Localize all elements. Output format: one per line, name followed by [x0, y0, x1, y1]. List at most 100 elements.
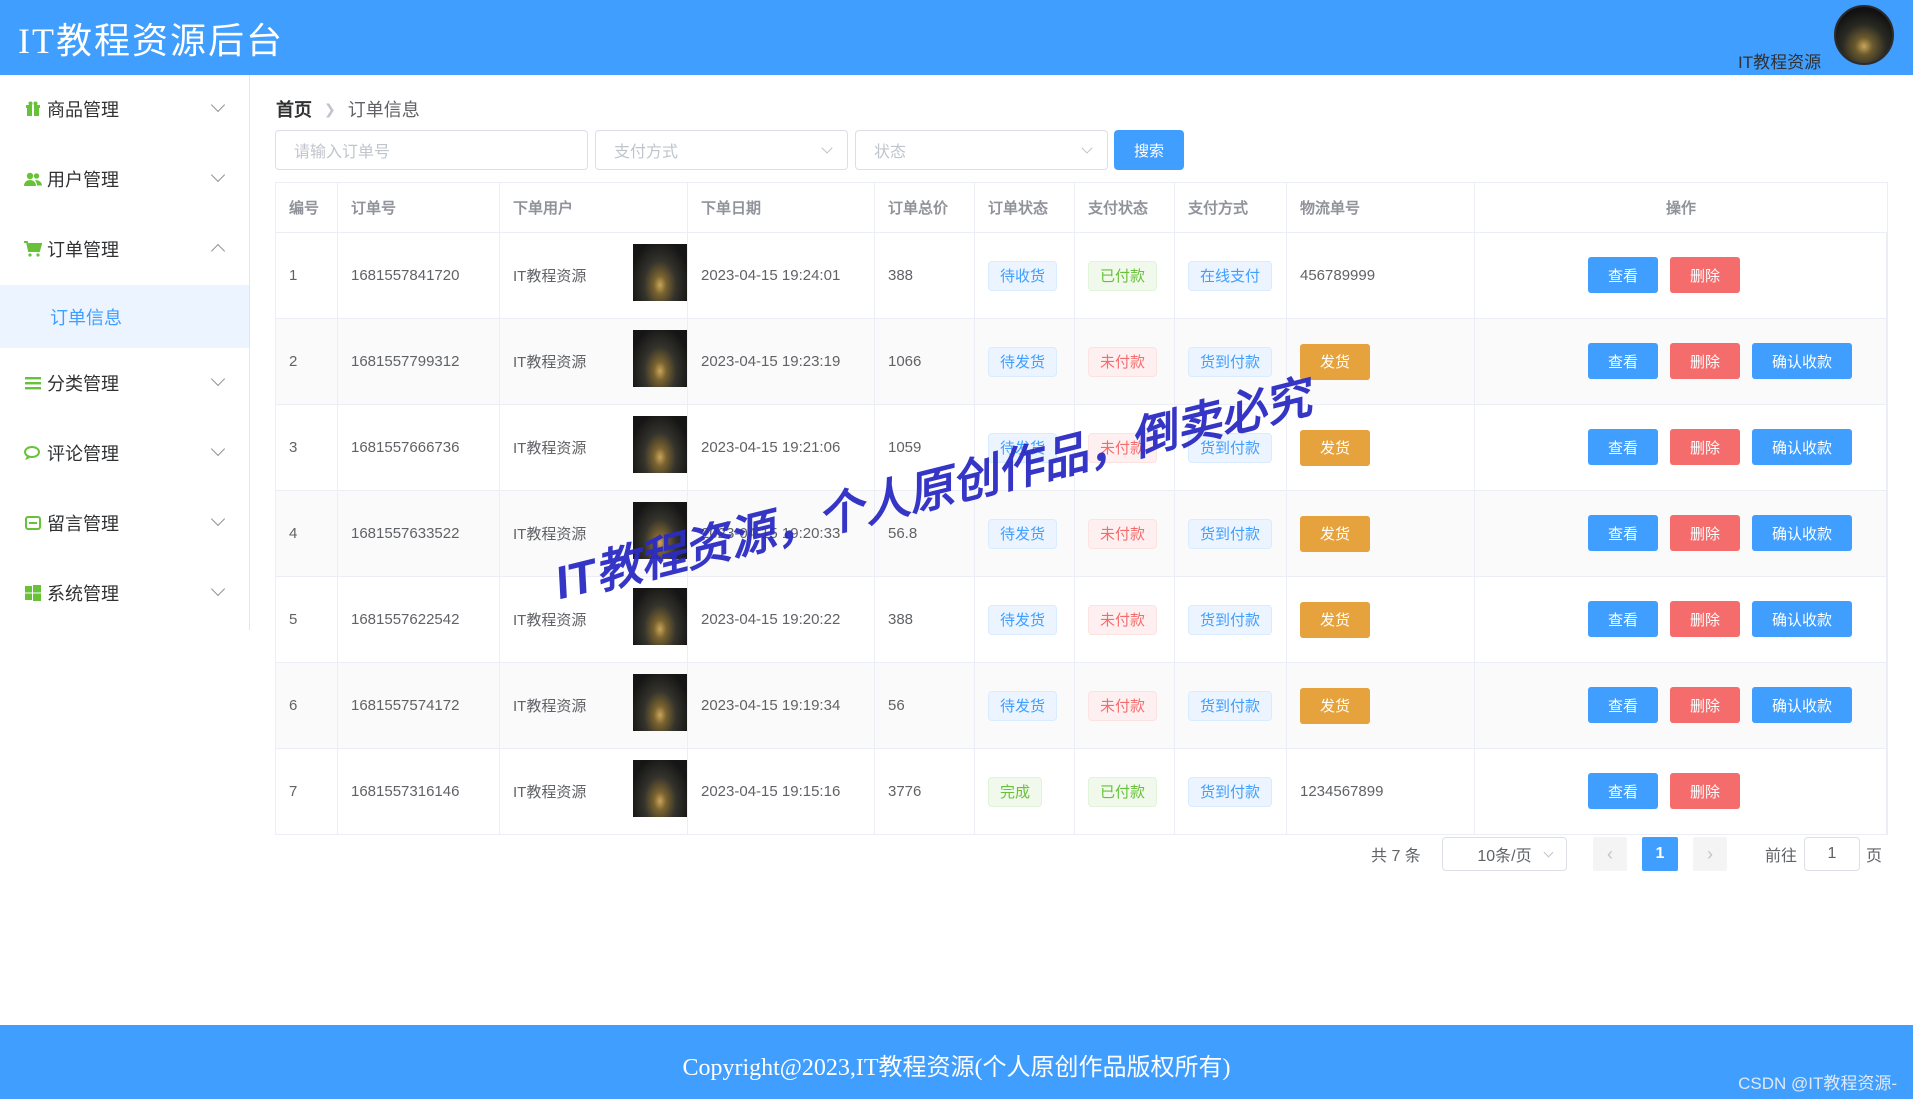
row-actions: 查看 删除 确认收款	[1588, 515, 1852, 551]
delete-button[interactable]: 删除	[1670, 429, 1740, 465]
chevron-down-icon	[210, 581, 226, 597]
delete-button[interactable]: 删除	[1670, 687, 1740, 723]
cell-date: 2023-04-15 19:23:19	[688, 319, 875, 404]
confirm-payment-button[interactable]: 确认收款	[1752, 343, 1852, 379]
status-select[interactable]: 状态	[855, 130, 1108, 170]
sidebar-item-messages[interactable]: 留言管理	[0, 495, 249, 551]
user-name-text: IT教程资源	[513, 268, 587, 285]
breadcrumb: 首页 ❯ 订单信息	[276, 96, 420, 122]
sidebar-item-label: 用户管理	[47, 170, 119, 190]
sidebar-item-label: 商品管理	[47, 100, 119, 120]
delete-button[interactable]: 删除	[1670, 515, 1740, 551]
view-button[interactable]: 查看	[1588, 773, 1658, 809]
breadcrumb-home[interactable]: 首页	[276, 96, 312, 122]
list-icon	[24, 374, 42, 392]
delete-button[interactable]: 删除	[1670, 257, 1740, 293]
logistics-number: 456789999	[1300, 267, 1376, 284]
cell-logistics: 1234567899	[1287, 749, 1475, 834]
cell-pay-method: 货到付款	[1175, 663, 1287, 748]
ship-button[interactable]: 发货	[1300, 687, 1370, 724]
next-page-button[interactable]: ›	[1693, 837, 1727, 871]
sidebar-item-comments[interactable]: 评论管理	[0, 425, 249, 481]
cell-total: 56	[875, 663, 975, 748]
order-status-tag: 待发货	[988, 604, 1058, 635]
delete-button[interactable]: 删除	[1670, 773, 1740, 809]
cart-icon	[24, 240, 42, 258]
goto-suffix: 页	[1866, 848, 1883, 865]
user-name[interactable]: IT教程资源	[1738, 48, 1821, 73]
view-button[interactable]: 查看	[1588, 601, 1658, 637]
avatar[interactable]	[1834, 5, 1894, 65]
order-status-tag: 待发货	[988, 346, 1058, 377]
sidebar-item-category[interactable]: 分类管理	[0, 355, 249, 411]
sidebar-item-system[interactable]: 系统管理	[0, 565, 249, 621]
orders-table: 编号 订单号 下单用户 下单日期 订单总价 订单状态 支付状态 支付方式 物流单…	[275, 182, 1888, 835]
table-header: 编号 订单号 下单用户 下单日期 订单总价 订单状态 支付状态 支付方式 物流单…	[276, 183, 1887, 233]
sidebar-item-users[interactable]: 用户管理	[0, 151, 249, 207]
ship-button[interactable]: 发货	[1300, 343, 1370, 380]
cell-order-no: 1681557622542	[338, 577, 500, 662]
pay-status-tag: 未付款	[1088, 518, 1158, 549]
view-button[interactable]: 查看	[1588, 343, 1658, 379]
confirm-payment-button[interactable]: 确认收款	[1752, 601, 1852, 637]
sidebar-subitem-order-info[interactable]: 订单信息	[0, 285, 249, 348]
cell-order-status: 待发货	[975, 663, 1075, 748]
confirm-payment-button[interactable]: 确认收款	[1752, 515, 1852, 551]
prev-page-button[interactable]: ‹	[1593, 837, 1627, 871]
cell-user: IT教程资源	[500, 663, 688, 748]
search-button[interactable]: 搜索	[1114, 130, 1184, 170]
pagination-total: 共 7 条	[1371, 848, 1421, 865]
confirm-payment-button[interactable]: 确认收款	[1752, 429, 1852, 465]
cell-id: 5	[276, 577, 338, 662]
order-number-input[interactable]: 请输入订单号	[275, 130, 588, 170]
user-name-text: IT教程资源	[513, 784, 587, 801]
row-actions: 查看 删除	[1588, 773, 1740, 809]
cell-pay-status: 未付款	[1075, 319, 1175, 404]
pay-method-tag: 在线支付	[1188, 260, 1273, 291]
ship-button[interactable]: 发货	[1300, 515, 1370, 552]
cell-order-no: 1681557316146	[338, 749, 500, 834]
sidebar-item-goods[interactable]: 商品管理	[0, 81, 249, 137]
delete-button[interactable]: 删除	[1670, 343, 1740, 379]
table-row: 7 1681557316146 IT教程资源 2023-04-15 19:15:16 3…	[276, 749, 1887, 835]
order-status-tag: 完成	[988, 776, 1043, 807]
cell-pay-status: 未付款	[1075, 491, 1175, 576]
page-number-current[interactable]: 1	[1642, 837, 1678, 871]
confirm-payment-button[interactable]: 确认收款	[1752, 687, 1852, 723]
ship-button[interactable]: 发货	[1300, 429, 1370, 466]
goto-page-value: 1	[1827, 845, 1837, 862]
view-button[interactable]: 查看	[1588, 687, 1658, 723]
cell-pay-method: 货到付款	[1175, 491, 1287, 576]
cell-date: 2023-04-15 19:19:34	[688, 663, 875, 748]
pay-method-tag: 货到付款	[1188, 518, 1273, 549]
delete-button[interactable]: 删除	[1670, 601, 1740, 637]
pay-method-tag: 货到付款	[1188, 776, 1273, 807]
cell-date: 2023-04-15 19:20:22	[688, 577, 875, 662]
column-header: 编号	[276, 183, 338, 232]
goto-page-input[interactable]: 1	[1804, 837, 1860, 871]
view-button[interactable]: 查看	[1588, 429, 1658, 465]
pay-method-tag: 货到付款	[1188, 690, 1273, 721]
cell-total: 3776	[875, 749, 975, 834]
cell-order-no: 1681557666736	[338, 405, 500, 490]
chevron-down-icon	[1081, 142, 1093, 154]
cell-id: 3	[276, 405, 338, 490]
cell-id: 7	[276, 749, 338, 834]
cell-pay-status: 已付款	[1075, 233, 1175, 318]
users-icon	[24, 170, 42, 188]
sidebar-item-orders[interactable]: 订单管理	[0, 221, 249, 277]
user-avatar-thumb	[633, 330, 687, 387]
pay-method-select[interactable]: 支付方式	[595, 130, 848, 170]
footer: Copyright@2023,IT教程资源(个人原创作品版权所有) CSDN @…	[0, 1025, 1913, 1099]
cell-order-status: 待发货	[975, 319, 1075, 404]
page-size-select[interactable]: 10条/页	[1442, 837, 1567, 871]
cell-logistics: 发货	[1287, 577, 1475, 662]
view-button[interactable]: 查看	[1588, 515, 1658, 551]
view-button[interactable]: 查看	[1588, 257, 1658, 293]
table-row: 6 1681557574172 IT教程资源 2023-04-15 19:19:34 5…	[276, 663, 1887, 749]
cell-user: IT教程资源	[500, 319, 688, 404]
cell-order-no: 1681557633522	[338, 491, 500, 576]
ship-button[interactable]: 发货	[1300, 601, 1370, 638]
status-placeholder: 状态	[874, 144, 907, 161]
order-status-tag: 待发货	[988, 690, 1058, 721]
